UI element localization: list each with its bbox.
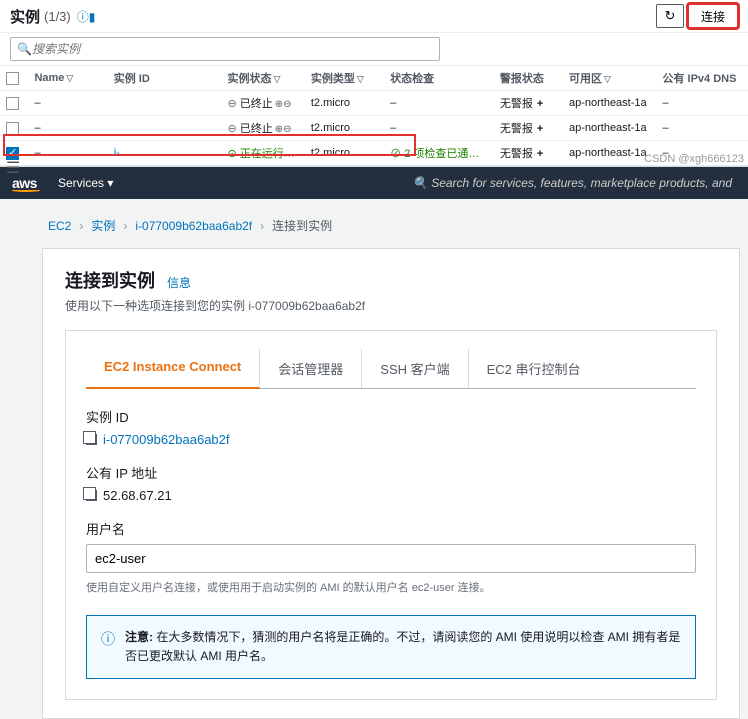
sort-icon[interactable]: ▽	[357, 74, 364, 84]
chevron-right-icon: ›	[260, 219, 264, 233]
card-info-link[interactable]: 信息	[167, 274, 191, 291]
breadcrumb: EC2 › 实例 › i-077009b62baa6ab2f › 连接到实例	[42, 207, 740, 248]
search-input-wrapper[interactable]: 🔍	[10, 37, 440, 61]
col-az[interactable]: 可用区	[569, 73, 602, 85]
cell-name: –	[28, 116, 107, 141]
col-alarm[interactable]: 警报状态	[500, 73, 544, 85]
connect-tabs: EC2 Instance Connect 会话管理器 SSH 客户端 EC2 串…	[86, 349, 696, 389]
add-alarm-icon[interactable]: +	[537, 123, 543, 135]
chevron-right-icon: ›	[79, 219, 83, 233]
cell-check: –	[384, 91, 494, 116]
col-id[interactable]: 实例 ID	[114, 73, 150, 85]
info-alert: ⓘ 注意: 在大多数情况下，猜测的用户名将是正确的。不过，请阅读您的 AMI 使…	[86, 615, 696, 679]
cell-alarm: 无警报	[500, 148, 533, 160]
card-subtitle: 使用以下一种选项连接到您的实例 i-077009b62baa6ab2f	[65, 297, 717, 314]
col-type[interactable]: 实例类型	[311, 73, 355, 85]
public-ip-value: 52.68.67.21	[103, 488, 172, 503]
instance-id-value[interactable]: i-077009b62baa6ab2f	[103, 432, 230, 447]
username-label: 用户名	[86, 519, 696, 538]
tab-session-manager[interactable]: 会话管理器	[260, 349, 362, 388]
cell-alarm: 无警报	[500, 123, 533, 135]
watermark: CSDN @xgh666123	[644, 153, 744, 165]
crumb-current: 连接到实例	[272, 217, 332, 234]
cell-state: 已终止	[240, 95, 273, 111]
cell-name: –	[28, 91, 107, 116]
col-state[interactable]: 实例状态	[228, 73, 272, 85]
table-row[interactable]: – ⊖已终止⊕⊖ t2.micro – 无警报 + ap-northeast-1a…	[0, 116, 748, 141]
page-title: 实例	[10, 6, 40, 27]
connect-button[interactable]: 连接	[688, 4, 738, 28]
cell-type: t2.micro	[305, 116, 384, 141]
cell-check: 2 项检查已通过(共	[404, 148, 494, 160]
col-check[interactable]: 状态检查	[390, 73, 434, 85]
check-pass-icon: ⊘	[390, 148, 401, 160]
tab-serial-console[interactable]: EC2 串行控制台	[469, 349, 599, 388]
alert-title: 注意:	[125, 630, 153, 644]
stopped-icon: ⊖	[228, 97, 237, 110]
cell-state: 已终止	[240, 120, 273, 136]
stopped-icon: ⊖	[228, 122, 237, 135]
cell-alarm: 无警报	[500, 98, 533, 110]
connect-card: 连接到实例 信息 使用以下一种选项连接到您的实例 i-077009b62baa6…	[42, 248, 740, 719]
copy-icon[interactable]	[86, 434, 97, 445]
cell-dns: –	[656, 91, 748, 116]
tab-ec2-instance-connect[interactable]: EC2 Instance Connect	[86, 349, 260, 389]
search-icon: 🔍	[17, 42, 32, 56]
cell-state: 正在运行	[240, 145, 284, 161]
cell-type: t2.micro	[305, 91, 384, 116]
card-title: 连接到实例	[65, 267, 155, 293]
hamburger-icon[interactable]: ☰	[6, 158, 20, 178]
username-hint: 使用自定义用户名连接，或使用用于启动实例的 AMI 的默认用户名 ec2-use…	[86, 579, 696, 595]
sort-icon[interactable]: ▽	[274, 74, 281, 84]
sort-icon[interactable]: ▽	[66, 73, 73, 83]
col-name[interactable]: Name	[34, 72, 64, 84]
instance-count: (1/3)	[44, 9, 71, 24]
username-input[interactable]	[86, 544, 696, 573]
state-menu-icon[interactable]: ⊕⊖	[275, 99, 292, 110]
public-ip-label: 公有 IP 地址	[86, 463, 696, 482]
table-row[interactable]: – ⊖已终止⊕⊖ t2.micro – 无警报 + ap-northeast-1a…	[0, 91, 748, 116]
cell-id[interactable]	[108, 91, 222, 116]
tab-ssh-client[interactable]: SSH 客户端	[362, 349, 468, 388]
cell-id[interactable]	[108, 116, 222, 141]
cell-name: –	[28, 141, 107, 166]
row-checkbox[interactable]	[6, 97, 19, 110]
search-input[interactable]	[32, 42, 433, 56]
crumb-ec2[interactable]: EC2	[48, 219, 71, 233]
crumb-instance-id[interactable]: i-077009b62baa6ab2f	[135, 219, 252, 233]
row-checkbox[interactable]	[6, 122, 19, 135]
state-menu-icon[interactable]: ⊕⊖	[275, 124, 292, 135]
cell-id[interactable]: i-	[108, 141, 222, 166]
cell-check: –	[384, 116, 494, 141]
aws-nav-bar: CSDN @xgh666123 aws Services ▾ 🔍 Search …	[0, 167, 748, 199]
cell-az: ap-northeast-1a	[563, 116, 657, 141]
chevron-right-icon: ›	[123, 219, 127, 233]
running-icon: ⊙	[228, 147, 237, 160]
alert-body: 在大多数情况下，猜测的用户名将是正确的。不过，请阅读您的 AMI 使用说明以检查…	[125, 630, 680, 663]
cell-az: ap-northeast-1a	[563, 91, 657, 116]
instances-table: Name▽ 实例 ID 实例状态▽ 实例类型▽ 状态检查 警报状态 可用区▽ 公…	[0, 66, 748, 166]
instance-id-label: 实例 ID	[86, 407, 696, 426]
cell-type: t2.micro	[305, 141, 384, 166]
select-all-checkbox[interactable]	[6, 72, 19, 85]
copy-icon[interactable]	[86, 490, 97, 501]
table-row[interactable]: – i- ⊙正在运行⊕⊖ t2.micro ⊘ 2 项检查已通过(共 无警报+ …	[0, 141, 748, 166]
cell-dns: –	[656, 116, 748, 141]
info-icon[interactable]: ⓘ▮	[77, 8, 96, 25]
add-alarm-icon[interactable]: +	[537, 98, 543, 110]
refresh-button[interactable]: ↻	[656, 4, 684, 28]
sort-icon[interactable]: ▽	[604, 74, 611, 84]
nav-services[interactable]: Services ▾	[58, 176, 113, 190]
add-alarm-icon[interactable]: +	[537, 148, 543, 160]
nav-search-placeholder[interactable]: 🔍 Search for services, features, marketp…	[131, 176, 736, 190]
cell-az: ap-northeast-1a	[563, 141, 657, 166]
crumb-instances[interactable]: 实例	[91, 217, 115, 234]
col-dns[interactable]: 公有 IPv4 DNS	[662, 73, 736, 85]
